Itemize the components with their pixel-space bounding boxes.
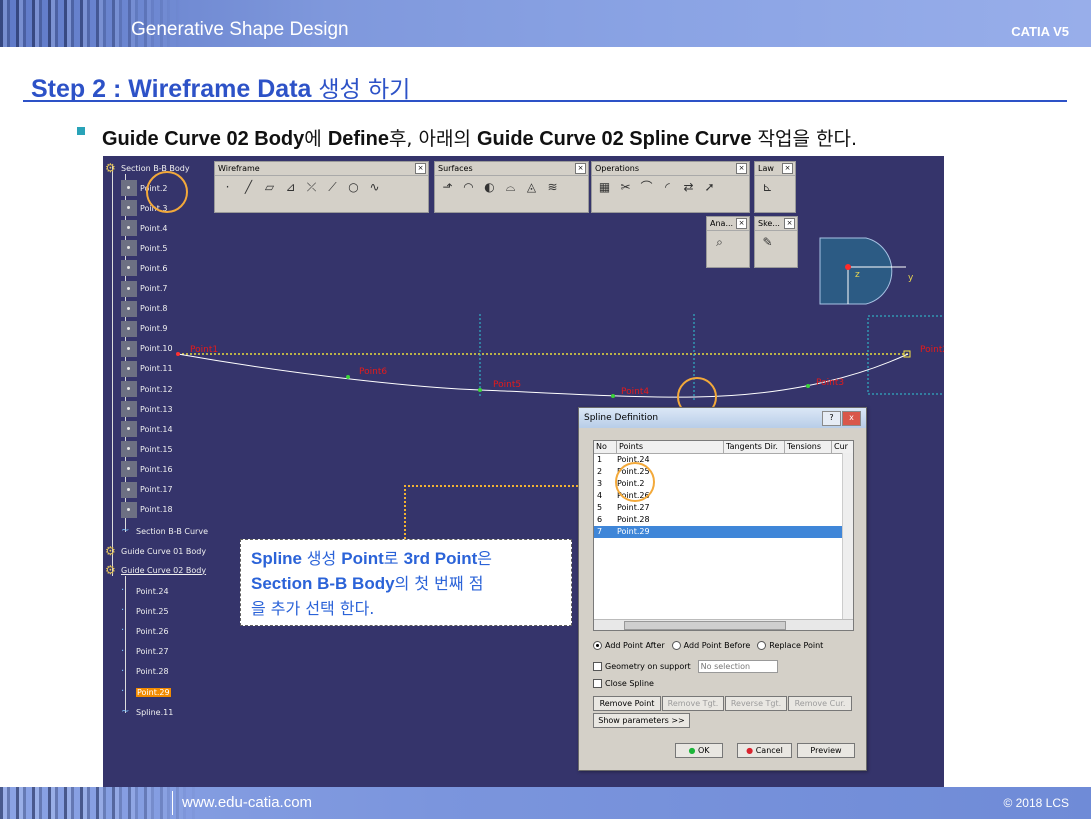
ok-label: OK	[697, 746, 710, 755]
horizontal-scrollbar[interactable]	[594, 619, 853, 630]
callout-part: 생성	[306, 549, 342, 568]
add-after-radio[interactable]	[593, 641, 602, 650]
col-curvature[interactable]: Cur	[832, 441, 848, 453]
reverse-tgt-button[interactable]: Reverse Tgt.	[725, 696, 787, 711]
row-point: Point.27	[617, 503, 650, 512]
footer-url[interactable]: www.edu-catia.com	[182, 794, 312, 811]
col-points[interactable]: Points	[617, 441, 724, 453]
support-row: Geometry on support No selection	[593, 660, 778, 673]
show-parameters-button[interactable]: Show parameters >>	[593, 713, 690, 728]
replace-label: Replace Point	[769, 641, 824, 650]
instruction-text: Guide Curve 02 Body에 Define후, 아래의 Guide …	[102, 124, 857, 151]
header-brand: CATIA V5	[1011, 24, 1069, 39]
close-spline-label: Close Spline	[605, 679, 654, 688]
callout-part: Spline	[251, 549, 307, 568]
inst-k3: 작업을 한다.	[751, 128, 858, 150]
catia-viewport[interactable]: ⚙ Section B-B Body Point.2 Point.3 Point.4 P…	[103, 156, 944, 787]
cancel-button[interactable]: ● Cancel	[737, 743, 792, 758]
row-number: 6	[597, 515, 603, 524]
col-tensions[interactable]: Tensions	[785, 441, 832, 453]
row-number: 5	[597, 503, 603, 512]
replace-radio[interactable]	[757, 641, 767, 650]
row-number: 2	[597, 467, 603, 476]
row-number: 1	[597, 455, 603, 464]
header-bar: Generative Shape Design CATIA V5	[0, 0, 1091, 47]
remove-cur-button[interactable]: Remove Cur.	[788, 696, 852, 711]
insert-mode-row: Add Point After Add Point Before Replace…	[593, 641, 823, 650]
inst-part1: Guide Curve 02 Body	[102, 128, 305, 150]
geometry-support-label: Geometry on support	[605, 662, 691, 671]
list-header: No Points Tangents Dir. Tensions Cur	[594, 441, 853, 454]
callout-box: Spline 생성 Point로 3rd Point은 Section B-B …	[240, 539, 572, 626]
step-title: Step 2 : Wireframe Data 생성 하기	[31, 70, 410, 104]
row-number: 3	[597, 479, 603, 488]
spline-definition-dialog[interactable]: Spline Definition ? x No Points Tangents…	[578, 407, 867, 771]
cancel-label: Cancel	[755, 746, 783, 755]
close-spline-row: Close Spline	[593, 679, 654, 688]
row-number: 7	[597, 527, 603, 536]
row-number: 4	[597, 491, 603, 500]
close-button[interactable]: x	[842, 411, 861, 426]
footer-copyright: © 2018 LCS	[1003, 796, 1069, 810]
cancel-icon: ●	[746, 746, 754, 755]
col-no[interactable]: No	[594, 441, 617, 453]
geometry-support-checkbox[interactable]	[593, 662, 602, 671]
row-point: Point.28	[617, 515, 650, 524]
header-title: Generative Shape Design	[131, 19, 349, 40]
row-point: Point.29	[617, 527, 650, 536]
callout-part: 로	[383, 549, 404, 568]
close-spline-checkbox[interactable]	[593, 679, 602, 688]
remove-point-button[interactable]: Remove Point	[593, 696, 661, 711]
dialog-title-text: Spline Definition	[584, 413, 659, 423]
callout-part: 은	[477, 549, 492, 568]
inst-k2: 후, 아래의	[388, 128, 477, 150]
help-button[interactable]: ?	[822, 411, 841, 426]
inst-part3: Guide Curve 02 Spline Curve	[476, 128, 752, 150]
footer-divider	[172, 791, 173, 815]
callout-part: 3rd Point	[403, 549, 478, 568]
add-before-radio[interactable]	[671, 641, 681, 650]
support-field[interactable]: No selection	[697, 660, 778, 673]
step-prefix: Step 2 : Wireframe Data	[31, 75, 319, 103]
callout-part: 의 첫 번째 점	[394, 574, 484, 593]
add-before-label: Add Point Before	[683, 641, 751, 650]
scroll-thumb[interactable]	[624, 621, 786, 630]
inst-k1: 에	[304, 128, 328, 150]
ok-button[interactable]: ● OK	[675, 743, 723, 758]
table-row[interactable]: 6 Point.28	[594, 514, 853, 526]
remove-tgt-button[interactable]: Remove Tgt.	[662, 696, 724, 711]
preview-button[interactable]: Preview	[797, 743, 855, 758]
add-after-label: Add Point After	[605, 641, 665, 650]
table-row[interactable]: 5 Point.27	[594, 502, 853, 514]
title-rule	[23, 100, 1067, 102]
highlight-circle	[615, 462, 655, 502]
footer-bar: www.edu-catia.com © 2018 LCS	[0, 787, 1091, 819]
footer-decoration	[0, 787, 200, 819]
callout-part: Point	[341, 549, 384, 568]
bullet-icon	[77, 127, 85, 135]
inst-part2: Define	[327, 128, 389, 150]
col-tangents[interactable]: Tangents Dir.	[724, 441, 785, 453]
callout-part: Section B-B Body	[251, 574, 395, 593]
vertical-scrollbar[interactable]	[842, 453, 853, 619]
ok-icon: ●	[688, 746, 696, 755]
table-row[interactable]: 7 Point.29	[594, 526, 853, 538]
callout-text: Spline 생성 Point로 3rd Point은 Section B-B …	[251, 546, 492, 621]
callout-part: 을 추가 선택 한다.	[251, 599, 375, 618]
